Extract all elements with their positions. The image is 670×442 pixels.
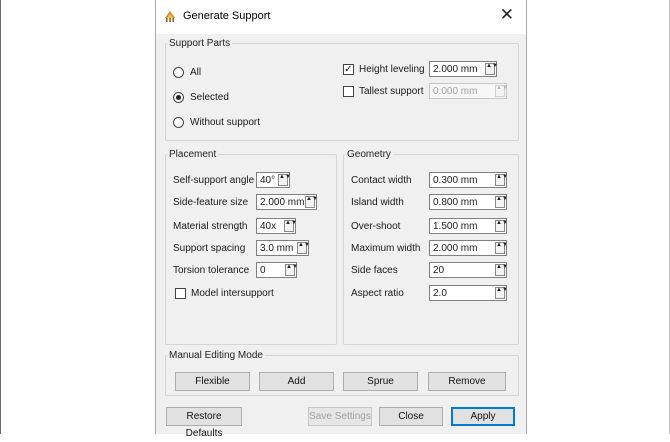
aspect-ratio-label: Aspect ratio xyxy=(351,287,404,299)
support-parts-legend: Support Parts xyxy=(169,38,231,49)
height-leveling-check[interactable]: ✓ xyxy=(343,63,354,75)
close-icon[interactable]: ✕ xyxy=(500,6,514,23)
over-shoot-value: 1.500 mm xyxy=(433,220,478,232)
title-bar: Generate Support ✕ xyxy=(156,0,526,34)
model-intersupport-label: Model intersupport xyxy=(191,287,274,299)
spin-arrows-icon: ▲▼ xyxy=(495,85,508,97)
dialog-title: Generate Support xyxy=(183,10,271,22)
tallest-support-check[interactable] xyxy=(343,85,354,97)
spin-arrows-icon[interactable]: ▲▼ xyxy=(495,287,508,299)
add-button[interactable]: Add xyxy=(259,372,334,391)
spin-arrows-icon[interactable]: ▲▼ xyxy=(284,220,297,232)
model-intersupport-check[interactable] xyxy=(175,287,186,299)
restore-defaults-button[interactable]: Restore Defaults xyxy=(166,407,242,439)
support-generator-icon xyxy=(165,11,175,22)
tallest-support-checkbox[interactable]: Tallest support xyxy=(343,83,423,99)
save-settings-button: Save Settings xyxy=(308,407,372,426)
radio-selected-indicator[interactable] xyxy=(173,91,184,103)
material-strength-label: Material strength xyxy=(173,220,248,232)
maximum-width-spinbox[interactable]: 2.000 mm ▲▼ xyxy=(429,240,508,256)
spin-arrows-icon[interactable]: ▲▼ xyxy=(305,196,318,208)
radio-without-support-indicator[interactable] xyxy=(173,116,184,128)
self-support-angle-value: 40° xyxy=(260,174,276,186)
torsion-tolerance-value: 0 xyxy=(260,264,266,276)
spin-arrows-icon[interactable]: ▲▼ xyxy=(485,63,498,75)
support-spacing-value: 3.0 mm xyxy=(260,242,294,254)
support-spacing-label: Support spacing xyxy=(173,242,246,254)
radio-selected[interactable]: Selected xyxy=(173,89,229,105)
generate-support-dialog: Generate Support ✕ Support Parts All Sel… xyxy=(155,0,527,439)
height-leveling-label: Height leveling xyxy=(359,63,425,75)
self-support-angle-label: Self-support angle xyxy=(173,174,255,186)
sprue-button[interactable]: Sprue xyxy=(343,372,418,391)
height-leveling-spinbox[interactable]: 2.000 mm ▲▼ xyxy=(429,61,498,77)
geometry-legend: Geometry xyxy=(347,149,391,160)
spin-arrows-icon[interactable]: ▲▼ xyxy=(278,174,291,186)
manual-editing-legend: Manual Editing Mode xyxy=(169,350,263,361)
side-feature-size-spinbox[interactable]: 2.000 mm ▲▼ xyxy=(256,194,318,210)
over-shoot-label: Over-shoot xyxy=(351,220,401,232)
tallest-support-label: Tallest support xyxy=(359,85,424,97)
radio-all-indicator[interactable] xyxy=(173,66,184,78)
aspect-ratio-spinbox[interactable]: 2.0 ▲▼ xyxy=(429,285,508,301)
side-feature-size-label: Side-feature size xyxy=(173,196,249,208)
spin-arrows-icon[interactable]: ▲▼ xyxy=(297,242,310,254)
flexible-button[interactable]: Flexible xyxy=(175,372,250,391)
contact-width-label: Contact width xyxy=(351,174,412,186)
tallest-support-value: 0.000 mm xyxy=(433,85,478,97)
side-faces-label: Side faces xyxy=(351,264,398,276)
spin-arrows-icon[interactable]: ▲▼ xyxy=(495,174,508,186)
spin-arrows-icon[interactable]: ▲▼ xyxy=(285,264,298,276)
side-feature-size-value: 2.000 mm xyxy=(260,196,305,208)
spin-arrows-icon[interactable]: ▲▼ xyxy=(495,220,508,232)
torsion-tolerance-label: Torsion tolerance xyxy=(173,264,250,276)
radio-selected-label: Selected xyxy=(190,91,229,103)
self-support-angle-spinbox[interactable]: 40° ▲▼ xyxy=(256,172,291,188)
aspect-ratio-value: 2.0 xyxy=(433,287,447,299)
material-strength-value: 40x xyxy=(260,220,277,232)
contact-width-value: 0.300 mm xyxy=(433,174,478,186)
spin-arrows-icon[interactable]: ▲▼ xyxy=(495,196,508,208)
island-width-spinbox[interactable]: 0.800 mm ▲▼ xyxy=(429,194,508,210)
contact-width-spinbox[interactable]: 0.300 mm ▲▼ xyxy=(429,172,508,188)
placement-legend: Placement xyxy=(169,149,217,160)
window-edge-left xyxy=(0,0,1,434)
torsion-tolerance-spinbox[interactable]: 0 ▲▼ xyxy=(256,262,298,278)
radio-without-support[interactable]: Without support xyxy=(173,114,260,130)
radio-without-support-label: Without support xyxy=(190,116,261,128)
maximum-width-label: Maximum width xyxy=(351,242,421,254)
side-faces-value: 20 xyxy=(433,264,445,276)
side-faces-spinbox[interactable]: 20 ▲▼ xyxy=(429,262,508,278)
spin-arrows-icon[interactable]: ▲▼ xyxy=(495,264,508,276)
maximum-width-value: 2.000 mm xyxy=(433,242,478,254)
tallest-support-spinbox: 0.000 mm ▲▼ xyxy=(429,83,508,99)
height-leveling-checkbox[interactable]: ✓ Height leveling xyxy=(343,61,425,77)
material-strength-spinbox[interactable]: 40x ▲▼ xyxy=(256,218,297,234)
radio-all-label: All xyxy=(190,66,202,78)
over-shoot-spinbox[interactable]: 1.500 mm ▲▼ xyxy=(429,218,508,234)
island-width-label: Island width xyxy=(351,196,404,208)
apply-button[interactable]: Apply xyxy=(451,407,515,426)
spin-arrows-icon[interactable]: ▲▼ xyxy=(495,242,508,254)
island-width-value: 0.800 mm xyxy=(433,196,478,208)
model-intersupport-checkbox[interactable]: Model intersupport xyxy=(175,285,274,301)
radio-all[interactable]: All xyxy=(173,64,201,80)
close-button[interactable]: Close xyxy=(379,407,443,426)
height-leveling-value: 2.000 mm xyxy=(433,63,478,75)
support-spacing-spinbox[interactable]: 3.0 mm ▲▼ xyxy=(256,240,310,256)
remove-button[interactable]: Remove xyxy=(428,372,506,391)
